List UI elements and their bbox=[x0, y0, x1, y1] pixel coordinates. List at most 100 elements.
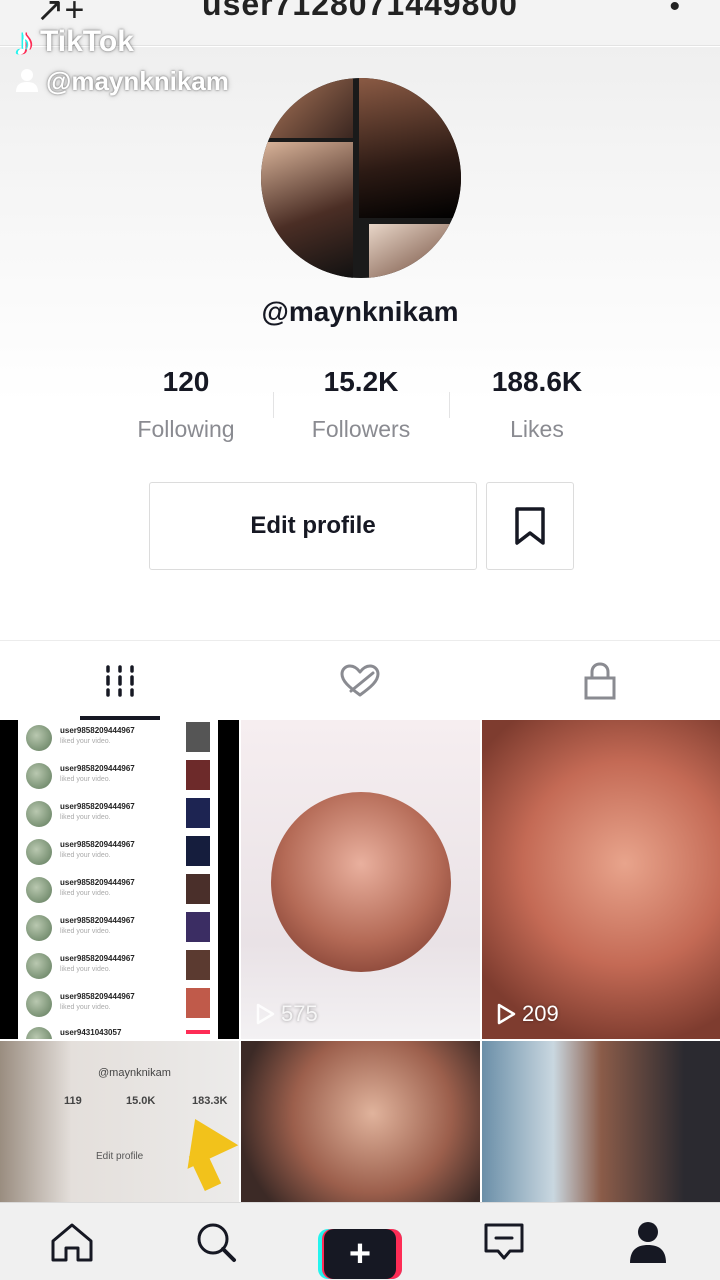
notification-user: user9858209444967 bbox=[60, 954, 135, 963]
user-icon bbox=[16, 68, 38, 92]
notification-thumbnail bbox=[186, 950, 210, 980]
notification-user: user9858209444967 bbox=[60, 802, 135, 811]
notification-item: user9858209444967 liked your video. bbox=[18, 872, 218, 910]
stat-divider bbox=[273, 392, 274, 418]
notification-item: user9858209444967 liked your video. bbox=[18, 910, 218, 948]
nav-me[interactable] bbox=[576, 1203, 720, 1280]
stat-label: Likes bbox=[510, 416, 564, 442]
video-tile[interactable]: @maynknikam 119 15.0K 183.3K Edit profil… bbox=[0, 1041, 239, 1202]
notification-thumbnail bbox=[186, 722, 210, 752]
notification-item: user9858209444967 liked your video. bbox=[18, 796, 218, 834]
watermark-handle-row: @maynknikam bbox=[14, 62, 229, 97]
more-options-icon[interactable]: • bbox=[669, 0, 680, 22]
video-tile[interactable] bbox=[482, 1041, 720, 1202]
notification-item: user9858209444967 liked your video. bbox=[18, 758, 218, 796]
home-icon bbox=[51, 1223, 93, 1262]
notification-list: user9858209444967 liked your video. user… bbox=[18, 720, 218, 1039]
notification-text: liked your video. bbox=[60, 814, 111, 821]
stat-following[interactable]: 120 Following bbox=[98, 366, 274, 443]
nav-create[interactable]: + bbox=[288, 1203, 432, 1280]
video-tile[interactable]: 575 bbox=[241, 720, 480, 1039]
favorites-button[interactable] bbox=[486, 482, 574, 570]
bottom-navigation: + bbox=[0, 1202, 720, 1280]
watermark-logo-row: ♪ TikTok bbox=[14, 22, 229, 62]
avatar-photo-cell bbox=[261, 78, 353, 138]
video-tile[interactable] bbox=[241, 1041, 480, 1202]
mini-stat: 15.0K bbox=[126, 1095, 156, 1107]
notification-item: user9858209444967 liked your video. bbox=[18, 986, 218, 1024]
mini-stat: 183.3K bbox=[192, 1095, 228, 1107]
notification-text: liked your video. bbox=[60, 738, 111, 745]
notification-avatar bbox=[26, 839, 52, 865]
stat-value: 188.6K bbox=[491, 366, 583, 397]
notification-avatar bbox=[26, 991, 52, 1017]
notification-user: user9858209444967 bbox=[60, 764, 135, 773]
hidden-heart-icon bbox=[340, 664, 380, 697]
search-icon bbox=[197, 1223, 236, 1262]
notification-text: liked your video. bbox=[60, 852, 111, 859]
notification-user: user9858209444967 bbox=[60, 840, 135, 849]
notification-follow-bar bbox=[186, 1030, 210, 1034]
stat-label: Following bbox=[137, 416, 235, 442]
notification-thumbnail bbox=[186, 760, 210, 790]
notification-thumbnail bbox=[186, 798, 210, 828]
notification-avatar bbox=[26, 877, 52, 903]
profile-username: @maynknikam bbox=[261, 296, 459, 327]
watermark-handle: @maynknikam bbox=[46, 66, 229, 96]
lock-icon bbox=[584, 662, 616, 700]
avatar-photo-cell bbox=[359, 78, 461, 218]
video-tile[interactable]: 209 bbox=[482, 720, 720, 1039]
grid-icon bbox=[106, 665, 134, 697]
tiktok-watermark: ♪ TikTok @maynknikam bbox=[14, 22, 229, 97]
notification-avatar bbox=[26, 915, 52, 941]
notification-thumbnail bbox=[186, 836, 210, 866]
create-button[interactable]: + bbox=[318, 1229, 402, 1279]
tab-liked[interactable] bbox=[240, 641, 480, 721]
notification-avatar bbox=[26, 725, 52, 751]
view-count-value: 209 bbox=[522, 1001, 559, 1026]
stat-label: Followers bbox=[311, 416, 411, 442]
avatar[interactable] bbox=[261, 78, 461, 278]
play-icon bbox=[256, 1003, 275, 1025]
notification-user: user9858209444967 bbox=[60, 916, 135, 925]
avatar-photo-cell bbox=[369, 224, 461, 278]
edit-profile-button[interactable]: Edit profile bbox=[149, 482, 477, 570]
inbox-icon bbox=[484, 1223, 524, 1260]
notification-thumbnail bbox=[186, 874, 210, 904]
view-count: 575 bbox=[255, 1001, 318, 1027]
notification-text: liked your video. bbox=[60, 966, 111, 973]
notification-text: liked your video. bbox=[60, 1004, 111, 1011]
tab-videos[interactable] bbox=[0, 641, 240, 721]
video-thumbnail bbox=[271, 792, 451, 972]
notification-user: user9431043057 bbox=[60, 1028, 122, 1037]
profile-icon bbox=[630, 1222, 666, 1263]
avatar-photo-cell bbox=[261, 142, 353, 278]
tab-private[interactable] bbox=[480, 641, 720, 721]
bookmark-icon bbox=[515, 507, 545, 545]
nav-home[interactable] bbox=[0, 1203, 144, 1280]
notification-avatar bbox=[26, 953, 52, 979]
nav-inbox[interactable] bbox=[432, 1203, 576, 1280]
profile-tabs bbox=[0, 640, 720, 720]
view-count: 209 bbox=[496, 1001, 559, 1027]
notification-avatar bbox=[26, 1027, 52, 1039]
notification-item: user9858209444967 liked your video. bbox=[18, 834, 218, 872]
stat-value: 15.2K bbox=[323, 366, 399, 397]
video-tile[interactable]: user9858209444967 liked your video. user… bbox=[0, 720, 239, 1039]
stat-followers[interactable]: 15.2K Followers bbox=[273, 366, 449, 443]
mini-profile-username: @maynknikam bbox=[98, 1067, 171, 1079]
notification-thumbnail bbox=[186, 912, 210, 942]
notification-avatar bbox=[26, 763, 52, 789]
tiktok-logo-icon: ♪ bbox=[14, 20, 34, 64]
stat-value: 120 bbox=[162, 366, 210, 397]
view-count-value: 575 bbox=[281, 1001, 318, 1026]
notification-item: user9858209444967 liked your video. bbox=[18, 948, 218, 986]
notification-avatar bbox=[26, 801, 52, 827]
mini-stat: 119 bbox=[64, 1095, 82, 1107]
notification-item: user9858209444967 liked your video. bbox=[18, 720, 218, 758]
notification-text: liked your video. bbox=[60, 776, 111, 783]
nav-discover[interactable] bbox=[144, 1203, 288, 1280]
notification-text: liked your video. bbox=[60, 928, 111, 935]
stat-likes[interactable]: 188.6K Likes bbox=[449, 366, 625, 443]
notification-text: liked your video. bbox=[60, 890, 111, 897]
